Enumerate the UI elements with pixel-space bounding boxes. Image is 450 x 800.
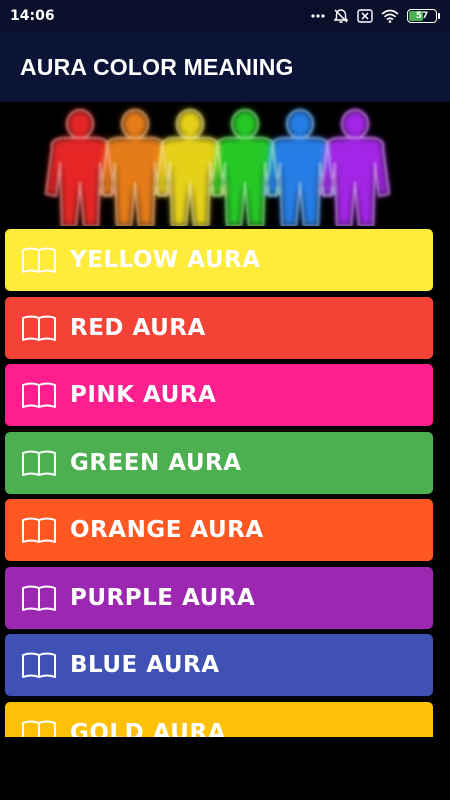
list-item-label: BLUE AURA <box>70 652 220 678</box>
status-time: 14:06 <box>10 8 55 24</box>
screen: 14:06 57 AURA COLOR MEANING YELLOW AURA … <box>0 0 450 800</box>
list-item-label: PURPLE AURA <box>70 584 256 611</box>
aura-banner-image <box>40 102 395 226</box>
list-item-blue-aura[interactable]: BLUE AURA <box>5 634 433 696</box>
list-item-red-aura[interactable]: RED AURA <box>5 296 433 359</box>
book-icon <box>21 379 57 411</box>
book-icon <box>21 447 57 479</box>
wifi-icon <box>381 9 399 23</box>
aura-list[interactable]: YELLOW AURA RED AURA PINK AURA GREEN AURA OR… <box>5 229 433 737</box>
list-item-label: RED AURA <box>70 314 206 341</box>
app-title: AURA COLOR MEANING <box>20 53 294 80</box>
list-item-label: PINK AURA <box>70 382 217 408</box>
status-icons: 57 <box>311 8 440 24</box>
list-item-label: ORANGE AURA <box>70 517 264 543</box>
battery: 57 <box>407 9 437 23</box>
list-item-label: YELLOW AURA <box>70 247 261 273</box>
list-item-label: GOLD AURA <box>70 719 226 738</box>
list-item-purple-aura[interactable]: PURPLE AURA <box>5 566 433 629</box>
aura-silhouettes-image <box>40 102 395 226</box>
list-item-pink-aura[interactable]: PINK AURA <box>5 364 433 426</box>
battery-nub <box>438 13 440 19</box>
list-item-gold-aura[interactable]: GOLD AURA <box>5 701 433 738</box>
book-icon <box>21 244 57 276</box>
list-item-green-aura[interactable]: GREEN AURA <box>5 431 433 494</box>
book-icon <box>21 582 57 614</box>
more-dots-icon <box>311 14 325 18</box>
status-bar: 14:06 57 <box>0 0 450 32</box>
alarm-off-icon <box>333 8 349 24</box>
sim-x-icon <box>357 9 373 23</box>
book-icon <box>21 312 57 344</box>
battery-level: 57 <box>415 11 429 21</box>
book-icon <box>21 649 57 681</box>
app-bar: AURA COLOR MEANING <box>0 32 450 102</box>
list-item-orange-aura[interactable]: ORANGE AURA <box>5 499 433 561</box>
list-item-label: GREEN AURA <box>70 449 242 476</box>
list-item-yellow-aura[interactable]: YELLOW AURA <box>5 229 433 291</box>
battery-icon: 57 <box>407 9 440 23</box>
book-icon <box>21 514 57 546</box>
book-icon <box>21 717 57 737</box>
